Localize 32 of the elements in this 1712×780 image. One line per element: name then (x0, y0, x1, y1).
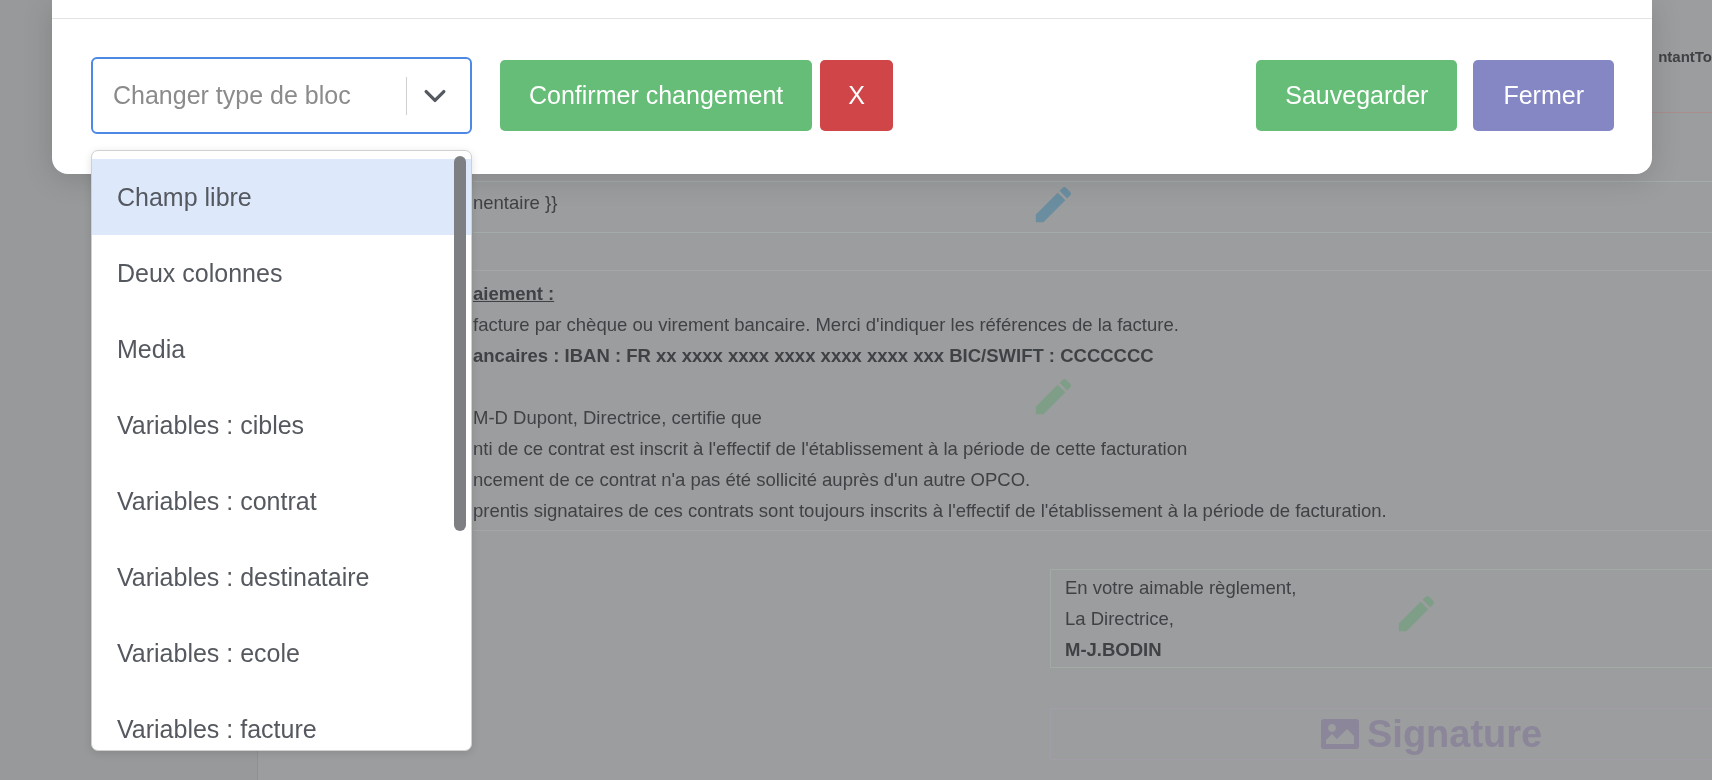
pencil-icon[interactable] (1396, 596, 1434, 634)
text-line: prentis signataires de ces contrats sont toujours inscrits à l'effectif de l'établissement à la période de facturation. (473, 499, 1387, 523)
text-line: ncement de ce contrat n'a pas été sollicité auprès d'un autre OPCO. (473, 468, 1031, 492)
text-line: ancaires : IBAN : FR xx xxxx xxxx xxxx xxxx xxxx xxx BIC/SWIFT : CCCCCCC (473, 344, 1154, 368)
menu-option[interactable]: Variables : ecole (92, 615, 471, 691)
section-heading: aiement : (473, 282, 555, 306)
menu-option[interactable]: Variables : destinataire (92, 539, 471, 615)
menu-option[interactable]: Deux colonnes (92, 235, 471, 311)
menu-option[interactable]: Media (92, 311, 471, 387)
text-line: nti de ce contrat est inscrit à l'effectif de l'établissement à la période de cette facturation (473, 437, 1188, 461)
text-line: nentaire }} (473, 191, 558, 215)
text-line: facture par chèque ou virement bancaire. Merci d'indiquer les références de la facture. (473, 313, 1179, 337)
text-line: M-D Dupont, Directrice, certifie que (473, 406, 762, 430)
content-block[interactable] (473, 270, 1712, 531)
close-button[interactable]: Fermer (1473, 60, 1614, 131)
select-input[interactable]: Changer type de bloc (113, 81, 398, 110)
pencil-icon[interactable] (1033, 379, 1071, 417)
text-line: M-J.BODIN (1065, 638, 1162, 662)
scrollbar-thumb[interactable] (454, 156, 466, 531)
column-header: ntantTo (1658, 47, 1712, 65)
menu-option[interactable]: Champ libre (92, 159, 471, 235)
menu-option[interactable]: Variables : facture (92, 691, 471, 750)
text-line: La Directrice, (1065, 607, 1174, 631)
cancel-button[interactable]: X (820, 60, 893, 131)
menu-option[interactable]: Variables : cibles (92, 387, 471, 463)
chevron-down-icon (424, 88, 446, 103)
text-line: En votre aimable règlement, (1065, 576, 1297, 600)
content-block[interactable]: nentaire }} (473, 181, 1712, 233)
content-block[interactable]: En votre aimable règlement, La Directrice, M-J.BODIN (1050, 569, 1712, 668)
pencil-icon[interactable] (1033, 187, 1071, 225)
menu-option[interactable]: Variables : contrat (92, 463, 471, 539)
block-type-select[interactable]: Changer type de bloc (91, 57, 472, 134)
